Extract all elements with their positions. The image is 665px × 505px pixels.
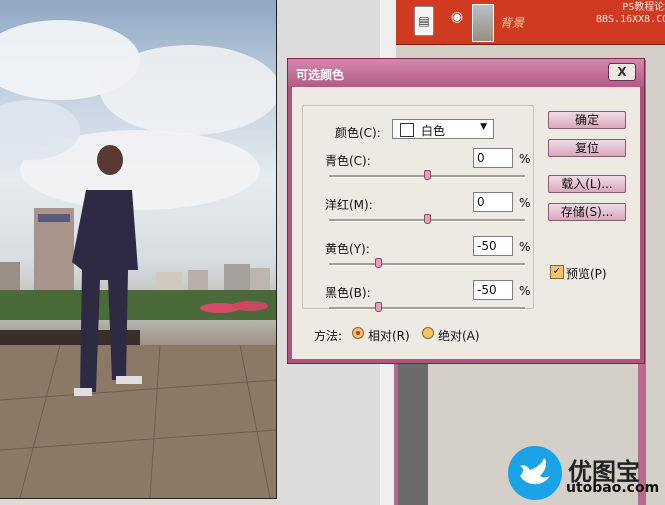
preview-label: 预览(P)	[566, 267, 607, 281]
yellow-value: -50	[477, 239, 497, 253]
slider-label-yellow: 黄色(Y):	[325, 242, 370, 256]
slider-label-cyan: 青色(C):	[325, 154, 371, 168]
logo-url: utobao.com	[566, 480, 660, 496]
layer-thumbnail	[472, 4, 494, 42]
color-swatch	[400, 123, 414, 137]
yellow-input[interactable]: -50	[473, 236, 513, 256]
method-absolute-radio[interactable]	[422, 327, 434, 339]
slider-row-yellow: 黄色(Y): -50 %	[303, 236, 533, 284]
method-relative-label: 相对(R)	[368, 329, 410, 343]
yellow-unit: %	[519, 240, 531, 254]
black-slider-thumb[interactable]	[374, 302, 382, 312]
watermark-line-1: PS教程论坛	[622, 2, 665, 13]
magenta-input[interactable]: 0	[473, 192, 513, 212]
yellow-slider-thumb[interactable]	[374, 258, 382, 268]
forum-watermark: PS教程论坛 BBS.16XX8.COM	[596, 2, 665, 26]
layer-mask-icon[interactable]: ▤	[414, 6, 434, 36]
cyan-unit: %	[519, 152, 531, 166]
slider-row-black: 黑色(B): -50 %	[303, 280, 533, 328]
selective-color-dialog: 可选颜色 X 颜色(C): 白色 ▼ 青色(C): 0 % 洋红(M): 0 %…	[287, 58, 645, 364]
colors-label: 颜色(C):	[335, 126, 381, 140]
chevron-down-icon: ▼	[480, 122, 487, 132]
cyan-slider-thumb[interactable]	[423, 170, 431, 180]
colors-selected-value: 白色	[421, 124, 446, 138]
dialog-title-bar[interactable]: 可选颜色 X	[288, 59, 644, 87]
method-relative-radio[interactable]	[352, 327, 364, 339]
panel-frame-left	[394, 360, 398, 505]
colors-group: 颜色(C): 白色 ▼ 青色(C): 0 % 洋红(M): 0 % 黄色(Y):…	[302, 105, 534, 312]
reset-button[interactable]: 复位	[548, 139, 626, 157]
slider-label-black: 黑色(B):	[325, 286, 371, 300]
cyan-input[interactable]: 0	[473, 148, 513, 168]
black-input[interactable]: -50	[473, 280, 513, 300]
photo-scene	[0, 20, 276, 498]
black-unit: %	[519, 284, 531, 298]
watermark-line-2: BBS.16XX8.COM	[596, 14, 665, 25]
slider-label-magenta: 洋红(M):	[325, 198, 373, 212]
cyan-value: 0	[477, 151, 485, 165]
panel-divider	[398, 360, 428, 505]
magenta-value: 0	[477, 195, 485, 209]
photo-canvas[interactable]	[0, 0, 277, 499]
layer-name: 背景	[500, 16, 525, 30]
dialog-title: 可选颜色	[296, 68, 345, 82]
slider-row-magenta: 洋红(M): 0 %	[303, 192, 533, 240]
close-icon: X	[617, 65, 627, 79]
magenta-slider-thumb[interactable]	[423, 214, 431, 224]
eye-icon[interactable]: ◉	[448, 8, 466, 26]
yellow-slider-track[interactable]	[329, 263, 525, 266]
magenta-unit: %	[519, 196, 531, 210]
colors-select[interactable]: 白色 ▼	[392, 119, 494, 139]
slider-row-cyan: 青色(C): 0 %	[303, 148, 533, 196]
ok-button[interactable]: 确定	[548, 111, 626, 129]
layer-row-background[interactable]: ▤ ◉ 背景 PS教程论坛 BBS.16XX8.COM	[396, 0, 665, 45]
save-button[interactable]: 存储(S)...	[548, 203, 626, 221]
black-slider-track[interactable]	[329, 307, 525, 310]
close-button[interactable]: X	[608, 63, 636, 81]
logo-bird-icon	[508, 446, 562, 500]
dialog-body: 颜色(C): 白色 ▼ 青色(C): 0 % 洋红(M): 0 % 黄色(Y):…	[292, 87, 640, 359]
load-button[interactable]: 载入(L)...	[548, 175, 626, 193]
black-value: -50	[477, 283, 497, 297]
method-absolute-label: 绝对(A)	[438, 329, 480, 343]
preview-checkbox[interactable]: ✓	[550, 265, 564, 279]
method-label: 方法:	[314, 329, 343, 343]
